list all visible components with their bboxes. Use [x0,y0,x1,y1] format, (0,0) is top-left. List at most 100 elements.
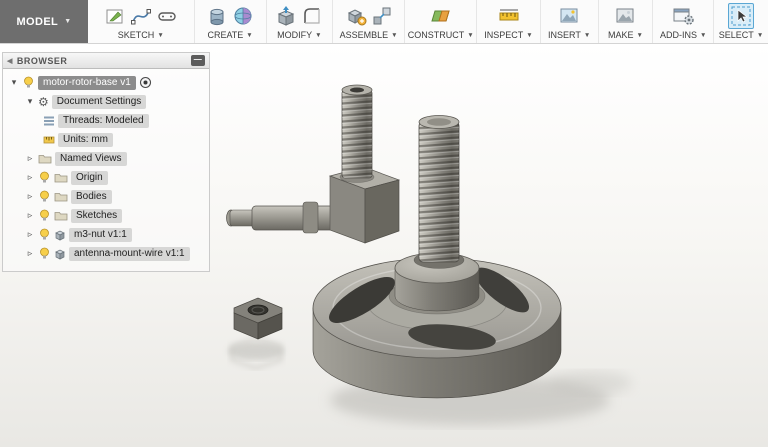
expand-arrow-icon[interactable]: ▾ [9,77,19,88]
form-sphere-icon[interactable] [232,5,254,27]
spline-icon[interactable] [130,5,152,27]
toolbar-group-construct[interactable]: CONSTRUCT ▼ [405,0,478,43]
toolbar-group-create[interactable]: CREATE ▼ [195,0,267,43]
tree-item-label[interactable]: Sketches [71,208,123,223]
chevron-down-icon: ▼ [700,31,707,39]
tree-row-bodies[interactable]: ▹ Bodies [3,187,209,206]
tree-row-named-views[interactable]: ▹ Named Views [3,149,209,168]
tree-item-label[interactable]: Units: mm [58,132,113,147]
toolbar-label-create[interactable]: CREATE ▼ [207,30,252,40]
mount-pin [226,201,335,234]
extrude-icon[interactable] [206,5,228,27]
toolbar-label-inspect[interactable]: INSPECT ▼ [484,30,532,40]
tree-item-label[interactable]: Bodies [71,189,112,204]
toolbar-label-make[interactable]: MAKE ▼ [608,30,643,40]
new-component-icon[interactable] [345,5,367,27]
select-cursor-icon[interactable] [728,3,755,29]
select-icons [728,3,755,29]
folder-icon [38,153,52,164]
joint-icon[interactable] [371,5,393,27]
tree-item-label[interactable]: antenna-mount-wire v1:1 [69,246,190,261]
tree-row-m3-nut[interactable]: ▹ m3-nut v1:1 [3,225,209,244]
lightbulb-icon[interactable] [22,76,35,89]
tree-item-label[interactable]: Document Settings [51,94,147,109]
activate-component-radio-icon[interactable] [139,76,152,89]
tree-row-threads[interactable]: Threads: Modeled [3,111,209,130]
component-icon [54,248,66,260]
tree-row-antenna-mount-wire[interactable]: ▹ antenna-mount-wire v1:1 [3,244,209,263]
toolbar-group-insert[interactable]: INSERT ▼ [541,0,599,43]
toolbar-label-modify[interactable]: MODIFY ▼ [277,30,321,40]
chevron-down-icon: ▼ [583,31,591,39]
expand-arrow-icon[interactable]: ▹ [25,248,35,259]
toolbar-group-make[interactable]: MAKE ▼ [599,0,654,43]
toolbar-label-construct[interactable]: CONSTRUCT ▼ [408,30,474,40]
tree-row-sketches[interactable]: ▹ Sketches [3,206,209,225]
tree-item-label[interactable]: motor-rotor-base v1 [38,75,136,90]
expand-arrow-icon[interactable]: ▹ [25,210,35,221]
toolbar-label-insert[interactable]: INSERT ▼ [548,30,590,40]
toolbar-label-assemble[interactable]: ASSEMBLE ▼ [340,30,398,40]
create-sketch-icon[interactable] [104,5,126,27]
component-icon [54,229,66,241]
addins-icons [671,3,695,29]
expand-arrow-icon[interactable]: ▹ [25,229,35,240]
tree-item-label[interactable]: Threads: Modeled [58,113,149,128]
lightbulb-icon[interactable] [38,228,51,241]
lightbulb-icon[interactable] [38,171,51,184]
expand-arrow-icon[interactable]: ▹ [25,191,35,202]
make-3dprint-icon[interactable] [614,5,636,27]
lightbulb-icon[interactable] [38,190,51,203]
toolbar-label-addins[interactable]: ADD-INS ▼ [660,30,706,40]
toolbar-group-select[interactable]: SELECT ▼ [714,0,768,43]
expand-arrow-icon[interactable]: ▾ [25,96,35,107]
collapse-panel-icon[interactable]: ◀ [7,57,13,65]
scripts-addins-icon[interactable] [671,5,695,27]
make-icons [614,3,636,29]
tree-item-label[interactable]: Named Views [55,151,127,166]
toolbar-group-inspect[interactable]: INSPECT ▼ [477,0,541,43]
tree-item-label[interactable]: Origin [71,170,108,185]
toolbar-group-modify[interactable]: MODIFY ▼ [267,0,334,43]
threaded-shaft-model[interactable] [413,115,465,269]
press-pull-icon[interactable] [275,5,297,27]
m3-nut-model[interactable] [233,297,283,340]
tree-row-origin[interactable]: ▹ Origin [3,168,209,187]
toolbar-group-addins[interactable]: ADD-INS ▼ [653,0,715,43]
measure-icon[interactable] [497,5,521,27]
tree-row-units[interactable]: Units: mm [3,130,209,149]
chevron-down-icon: ▼ [64,18,72,25]
modify-icons [275,3,323,29]
tree-row-document-settings[interactable]: ▾ ⚙ Document Settings [3,92,209,111]
expand-arrow-icon[interactable]: ▹ [25,153,35,164]
slot-icon[interactable] [156,5,178,27]
lightbulb-icon[interactable] [38,209,51,222]
lightbulb-icon[interactable] [38,247,51,260]
toolbar-group-assemble[interactable]: ASSEMBLE ▼ [333,0,406,43]
browser-header: ◀ BROWSER — [3,53,209,69]
assemble-icons [345,3,393,29]
chevron-down-icon: ▼ [526,31,533,39]
toolbar-group-sketch[interactable]: SKETCH ▼ [88,0,195,43]
browser-panel: ◀ BROWSER — ▾ motor-rotor-base v1 ▾ ⚙ Do… [2,52,210,272]
tree-row-motor-rotor-base[interactable]: ▾ motor-rotor-base v1 [3,73,209,92]
create-icons [206,3,254,29]
mount-threaded-rod [339,84,375,183]
antenna-mount-wire-model[interactable] [226,84,401,244]
motor-rotor-base-model[interactable] [312,252,562,399]
gear-icon: ⚙ [38,94,49,109]
tree-item-label[interactable]: m3-nut v1:1 [69,227,132,242]
chevron-down-icon: ▼ [157,31,164,39]
workspace-dropdown[interactable]: MODEL ▼ [0,0,88,43]
toolbar-label-sketch[interactable]: SKETCH ▼ [118,30,164,40]
chevron-down-icon: ▼ [246,31,253,39]
fillet-icon[interactable] [301,5,323,27]
construction-plane-icon[interactable] [429,5,453,27]
insert-image-icon[interactable] [558,5,580,27]
construct-icons [429,3,453,29]
chevron-down-icon: ▼ [391,31,398,39]
inspect-icons [497,3,521,29]
panel-toggle-button[interactable]: — [191,55,205,66]
expand-arrow-icon[interactable]: ▹ [25,172,35,183]
toolbar-label-select[interactable]: SELECT ▼ [719,30,763,40]
